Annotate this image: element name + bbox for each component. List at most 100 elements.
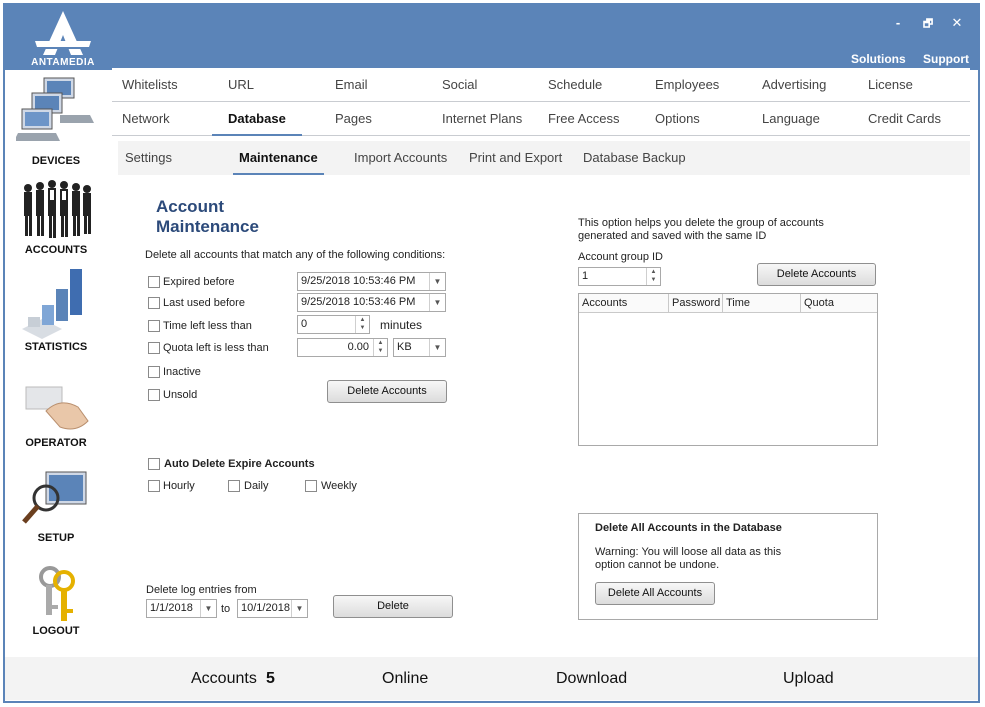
tab-schedule[interactable]: Schedule [548,68,602,102]
hand-card-icon [25,386,89,430]
time-left-checkbox[interactable] [148,320,160,332]
conditions-label: Delete all accounts that match any of th… [145,249,446,261]
tab-social[interactable]: Social [442,68,477,102]
hourly-label: Hourly [163,480,195,492]
expired-before-checkbox[interactable] [148,276,160,288]
sidebar-label: STATISTICS [24,341,88,353]
restore-button[interactable]: 🗗 [919,15,937,34]
last-used-before-field[interactable]: 9/25/2018 10:53:46 PM ▼ [297,293,446,312]
status-bar: Accounts 5 Online Download Upload [5,657,978,700]
magnifier-monitor-icon [22,471,87,524]
daily-checkbox[interactable] [228,480,240,492]
sidebar-label: DEVICES [31,155,81,167]
tab-options[interactable]: Options [655,102,700,136]
tab-internet-plans[interactable]: Internet Plans [442,102,522,136]
chevron-down-icon[interactable]: ▼ [429,273,445,290]
tab-license[interactable]: License [868,68,913,102]
unsold-label: Unsold [163,389,198,401]
column-header[interactable]: Accounts [579,294,669,313]
delete-all-accounts-button[interactable]: Delete All Accounts [595,582,715,605]
tab-pages[interactable]: Pages [335,102,372,136]
subtab-settings[interactable]: Settings [125,141,172,175]
weekly-checkbox[interactable] [305,480,317,492]
group-id-value: 1 [582,270,589,282]
chevron-down-icon[interactable]: ▼ [429,294,445,311]
sidebar-item-operator[interactable]: OPERATOR [0,381,112,449]
spinner-icon[interactable]: ▲ ▼ [646,268,660,285]
spinner-icon[interactable]: ▲ ▼ [373,339,387,356]
delete-accounts-button[interactable]: Delete Accounts [327,380,447,403]
weekly-label: Weekly [321,480,357,492]
delete-all-warning: Warning: You will loose all data as this… [595,546,782,571]
title-bar: ANTAMEDIA - 🗗 ✕ Solutions Support [5,5,978,70]
group-id-label: Account group ID [578,251,663,263]
hourly-checkbox[interactable] [148,480,160,492]
online-status: Online [382,670,429,687]
nav-row-1: Whitelists URL Email Social Schedule Emp… [112,68,970,102]
column-header[interactable]: Time [723,294,801,313]
tab-network[interactable]: Network [122,102,170,136]
unsold-checkbox[interactable] [148,389,160,401]
tab-whitelists[interactable]: Whitelists [122,68,178,102]
tab-advertising[interactable]: Advertising [762,68,826,102]
tab-url[interactable]: URL [228,68,254,102]
log-from-field[interactable]: 1/1/2018 ▼ [146,599,217,618]
delete-log-button[interactable]: Delete [333,595,453,618]
tab-employees[interactable]: Employees [655,68,719,102]
support-link[interactable]: Support [923,52,969,66]
time-left-input[interactable]: 0 ▲ ▼ [297,315,370,334]
sidebar-item-statistics[interactable]: STATISTICS [0,265,112,353]
accounts-count: 5 [266,670,275,687]
accounts-status-label: Accounts [191,670,257,687]
subtab-print-export[interactable]: Print and Export [469,141,562,175]
sidebar-label: LOGOUT [32,625,80,637]
sidebar-item-devices[interactable]: DEVICES [0,75,112,167]
log-to-field[interactable]: 10/1/2018 ▼ [237,599,308,618]
quota-left-checkbox[interactable] [148,342,160,354]
delete-group-button[interactable]: Delete Accounts [757,263,876,286]
sidebar-item-accounts[interactable]: ACCOUNTS [0,178,112,256]
quota-left-input[interactable]: 0.00 ▲ ▼ [297,338,388,357]
subtab-import-accounts[interactable]: Import Accounts [354,141,447,175]
tab-free-access[interactable]: Free Access [548,102,620,136]
log-to-value: 10/1/2018 [241,602,290,614]
column-header[interactable]: Quota [801,294,877,313]
chevron-down-icon[interactable]: ▼ [429,339,445,356]
log-from-value: 1/1/2018 [150,602,193,614]
spinner-icon[interactable]: ▲ ▼ [355,316,369,333]
quota-unit-value: KB [397,341,412,353]
inactive-checkbox[interactable] [148,366,160,378]
tab-email[interactable]: Email [335,68,368,102]
auto-delete-checkbox[interactable] [148,458,160,470]
chevron-down-icon[interactable]: ▼ [291,600,307,617]
accounts-table[interactable]: Accounts Password Time Quota [578,293,878,446]
subtab-maintenance[interactable]: Maintenance [233,141,324,175]
computers-icon [16,77,94,141]
bar-chart-icon [22,269,82,339]
subtab-database-backup[interactable]: Database Backup [583,141,686,175]
page-title: Account Maintenance [156,197,259,236]
sidebar-label: ACCOUNTS [24,244,88,256]
upload-status: Upload [783,670,834,687]
minimize-button[interactable]: - [889,15,907,30]
expired-before-field[interactable]: 9/25/2018 10:53:46 PM ▼ [297,272,446,291]
delete-all-title: Delete All Accounts in the Database [595,522,782,534]
time-left-value: 0 [301,318,308,330]
log-label: Delete log entries from [146,584,257,596]
keys-icon [39,566,75,621]
last-used-before-checkbox[interactable] [148,297,160,309]
sidebar-label: SETUP [37,532,75,544]
sidebar-item-setup[interactable]: SETUP [0,468,112,544]
group-id-input[interactable]: 1 ▲ ▼ [578,267,661,286]
last-used-before-label: Last used before [163,297,245,309]
quota-unit-select[interactable]: KB ▼ [393,338,446,357]
time-left-label: Time left less than [163,320,252,332]
chevron-down-icon[interactable]: ▼ [200,600,216,617]
tab-database[interactable]: Database [212,102,302,136]
column-header[interactable]: Password [669,294,723,313]
solutions-link[interactable]: Solutions [851,52,906,66]
tab-language[interactable]: Language [762,102,820,136]
sidebar-item-logout[interactable]: LOGOUT [0,563,112,637]
tab-credit-cards[interactable]: Credit Cards [868,102,941,136]
close-button[interactable]: ✕ [948,15,966,31]
